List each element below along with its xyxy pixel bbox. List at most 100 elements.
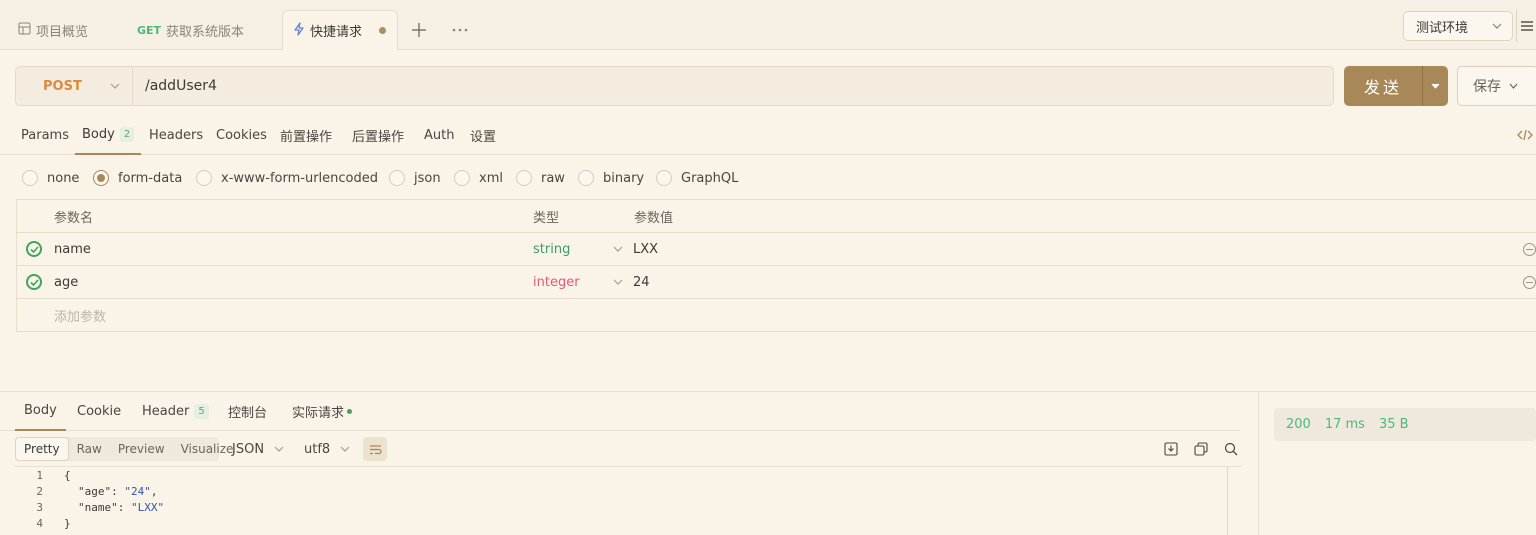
line-number: 3 <box>36 501 43 514</box>
remove-row-button[interactable] <box>1523 266 1536 298</box>
radio-x-www-form-urlencoded[interactable]: x-www-form-urlencoded <box>196 170 378 186</box>
tab-label: Header <box>142 404 190 419</box>
encoding-select[interactable]: utf8 <box>304 437 350 461</box>
param-value[interactable]: 24 <box>633 266 650 298</box>
line-number: 4 <box>36 517 43 530</box>
param-name[interactable]: name <box>54 233 91 265</box>
radio-form-data[interactable]: form-data <box>93 170 182 186</box>
mode-preview[interactable]: Preview <box>110 437 173 461</box>
request-tabs: Params Body 2 Headers Cookies 前置操作 后置操作 A… <box>0 115 1536 155</box>
resp-tab-body[interactable]: Body <box>15 392 66 431</box>
table-row: name string LXX <box>17 233 1536 266</box>
tab-pre-operations[interactable]: 前置操作 <box>280 115 332 155</box>
response-body-editor[interactable]: 1 { 2 "age": "24", 3 "name": "LXX" 4 } <box>15 466 1241 535</box>
tab-project-overview[interactable]: 项目概览 <box>18 10 88 50</box>
table-header: 参数名 类型 参数值 <box>17 200 1536 233</box>
tab-label: Auth <box>424 127 455 143</box>
tab-label: 设置 <box>470 129 497 145</box>
radio-json[interactable]: json <box>389 170 441 186</box>
row-enabled-checkbox[interactable] <box>26 266 42 298</box>
mode-pretty[interactable]: Pretty <box>15 437 69 461</box>
radio-label: none <box>47 170 80 186</box>
tab-quick-request[interactable]: 快捷请求 <box>282 10 398 50</box>
tab-auth[interactable]: Auth <box>424 115 454 155</box>
param-value[interactable]: LXX <box>633 233 658 265</box>
tab-label: 项目概览 <box>36 24 89 40</box>
tab-label: Cookies <box>216 127 267 143</box>
tab-label: 前置操作 <box>280 129 333 145</box>
radio-none[interactable]: none <box>22 170 79 186</box>
check-circle-icon <box>26 274 42 290</box>
count-badge: 2 <box>119 126 135 142</box>
tab-get-system-version[interactable]: GET 获取系统版本 <box>137 10 244 50</box>
resp-tab-actual-request[interactable]: 实际请求 <box>292 392 353 431</box>
radio-raw[interactable]: raw <box>516 170 565 186</box>
radio-xml[interactable]: xml <box>454 170 503 186</box>
code-view-button[interactable] <box>1517 115 1533 155</box>
download-button[interactable] <box>1163 441 1179 457</box>
json-value: "24" <box>124 485 151 498</box>
format-select[interactable]: JSON <box>232 437 284 461</box>
tab-post-operations[interactable]: 后置操作 <box>352 115 404 155</box>
json-punct: , <box>150 485 158 498</box>
url-input[interactable]: /addUser4 <box>133 78 217 94</box>
copy-button[interactable] <box>1193 441 1209 457</box>
param-name[interactable]: age <box>54 266 78 298</box>
method-badge: GET <box>137 23 162 37</box>
add-param-input[interactable]: 添加参数 <box>54 299 106 332</box>
url-bar: POST /addUser4 <box>15 66 1334 106</box>
minus-circle-icon <box>1523 275 1536 289</box>
row-enabled-checkbox[interactable] <box>26 233 42 265</box>
add-param-row: 添加参数 <box>17 299 1536 332</box>
radio-label: raw <box>541 170 565 186</box>
radio-binary[interactable]: binary <box>578 170 644 186</box>
radio-circle <box>389 170 405 186</box>
resp-tab-cookie[interactable]: Cookie <box>77 392 121 431</box>
resp-tab-console[interactable]: 控制台 <box>228 392 267 431</box>
format-label: JSON <box>232 441 265 457</box>
radio-label: form-data <box>118 170 183 186</box>
mode-raw[interactable]: Raw <box>69 437 110 461</box>
word-wrap-button[interactable] <box>363 437 387 461</box>
environment-label: 测试环境 <box>1416 20 1469 36</box>
code-line: { <box>64 469 71 482</box>
copy-icon <box>1194 442 1208 456</box>
method-select[interactable]: POST <box>16 67 133 105</box>
tab-label: Body <box>82 126 115 142</box>
radio-label: GraphQL <box>681 170 739 186</box>
response-status: 200 17 ms 35 B <box>1274 408 1536 441</box>
param-type-select[interactable]: integer <box>533 266 623 298</box>
tab-label: 获取系统版本 <box>166 24 245 40</box>
editor-scrollbar[interactable] <box>1227 467 1228 535</box>
remove-row-button[interactable] <box>1523 233 1536 265</box>
tab-settings[interactable]: 设置 <box>470 115 496 155</box>
tab-params[interactable]: Params <box>21 115 69 155</box>
search-button[interactable] <box>1223 441 1239 457</box>
radio-circle <box>93 170 109 186</box>
encoding-label: utf8 <box>304 441 331 457</box>
json-value: "LXX" <box>131 501 165 514</box>
tab-body[interactable]: Body 2 <box>75 115 142 155</box>
new-tab-button[interactable] <box>411 10 427 50</box>
resp-tab-header[interactable]: Header 5 <box>142 392 209 431</box>
radio-label: xml <box>479 170 503 186</box>
radio-circle <box>516 170 532 186</box>
save-button[interactable]: 保存 <box>1457 66 1536 106</box>
environment-select[interactable]: 测试环境 <box>1403 11 1513 41</box>
more-tabs-button[interactable] <box>452 10 468 50</box>
response-tabs: Body Cookie Header 5 控制台 实际请求 <box>0 392 1240 431</box>
radio-graphql[interactable]: GraphQL <box>656 170 738 186</box>
code-line: } <box>64 517 71 530</box>
tab-cookies[interactable]: Cookies <box>216 115 267 155</box>
format-mode-group: Pretty Raw Preview Visualize <box>15 437 233 461</box>
save-label: 保存 <box>1473 79 1501 95</box>
send-button[interactable]: 发送 <box>1344 66 1448 106</box>
tab-headers[interactable]: Headers <box>149 115 203 155</box>
param-type-select[interactable]: string <box>533 233 623 265</box>
chevron-down-icon <box>1509 83 1518 89</box>
chevron-down-icon <box>110 83 120 89</box>
radio-circle <box>578 170 594 186</box>
menu-button[interactable] <box>1516 10 1536 42</box>
wrap-icon <box>369 444 382 454</box>
send-options-button[interactable] <box>1422 66 1448 106</box>
